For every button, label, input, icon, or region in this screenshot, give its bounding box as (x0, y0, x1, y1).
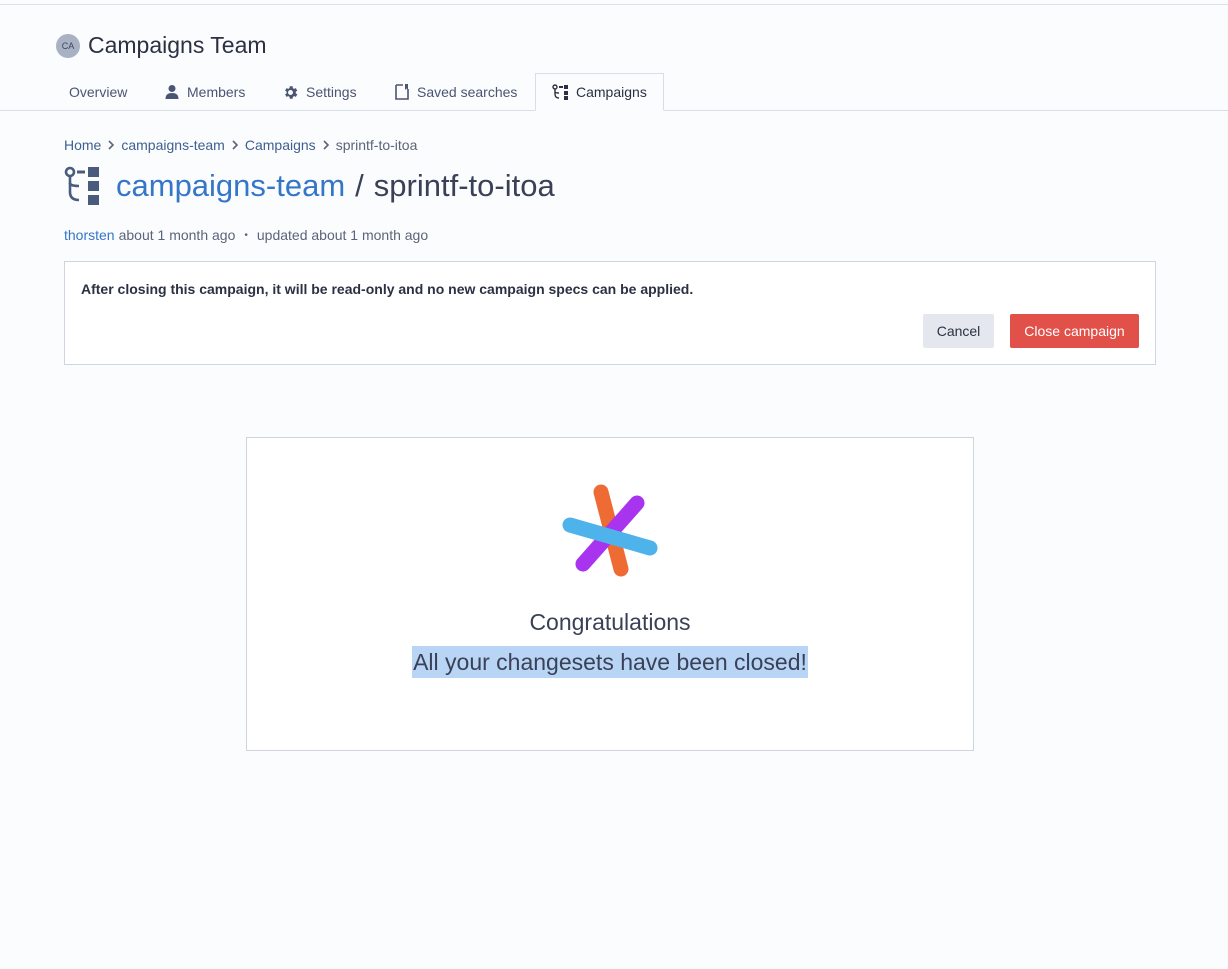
gear-icon (285, 85, 298, 99)
campaigns-icon (552, 83, 568, 100)
cancel-button[interactable]: Cancel (923, 314, 994, 348)
close-campaign-notice: After closing this campaign, it will be … (64, 261, 1156, 365)
org-avatar: CA (56, 33, 80, 58)
top-divider (0, 4, 1228, 5)
breadcrumb-org[interactable]: campaigns-team (121, 137, 225, 153)
user-icon (165, 85, 179, 99)
congratulations-title: Congratulations (529, 609, 691, 635)
tab-saved-searches[interactable]: Saved searches (394, 73, 517, 111)
tab-label: Members (187, 84, 246, 100)
chevron-right-icon (231, 139, 239, 151)
chevron-right-icon (322, 139, 330, 151)
tab-settings[interactable]: Settings (282, 73, 357, 111)
title-org-link[interactable]: campaigns-team (116, 168, 345, 204)
close-campaign-button[interactable]: Close campaign (1010, 314, 1139, 348)
tab-label: Campaigns (576, 84, 647, 100)
tab-members[interactable]: Members (164, 73, 245, 111)
breadcrumb-current: sprintf-to-itoa (335, 137, 418, 153)
page-title: campaigns-team / sprintf-to-itoa (64, 166, 555, 206)
tab-overview[interactable]: Overview (69, 73, 127, 111)
org-title: Campaigns Team (88, 32, 267, 58)
chevron-right-icon (107, 139, 115, 151)
tab-campaigns[interactable]: Campaigns (535, 73, 664, 111)
tab-label: Saved searches (417, 84, 518, 100)
campaigns-icon (64, 166, 99, 205)
congratulations-message: All your changesets have been closed! (412, 646, 808, 678)
updated-time: updated about 1 month ago (256, 227, 429, 243)
tab-label: Settings (306, 84, 357, 100)
campaigns-logo-icon (562, 484, 658, 577)
breadcrumb-home[interactable]: Home (64, 137, 101, 153)
author-link[interactable]: thorsten (64, 227, 115, 243)
tab-label: Overview (69, 84, 128, 100)
notice-text: After closing this campaign, it will be … (81, 281, 694, 297)
created-time: about 1 month ago (118, 227, 236, 243)
org-header: CA Campaigns Team (56, 32, 267, 59)
meta-dot: • (244, 229, 248, 241)
org-tabs: Overview Members Settings Saved searches (0, 73, 1228, 111)
breadcrumb: Home campaigns-team Campaigns sprintf-to… (64, 137, 417, 153)
saved-search-icon (395, 84, 409, 100)
title-separator: / (355, 168, 364, 203)
campaign-name: sprintf-to-itoa (373, 168, 555, 203)
breadcrumb-campaigns[interactable]: Campaigns (245, 137, 316, 153)
congratulations-card: Congratulations All your changesets have… (246, 437, 974, 751)
campaign-meta: thorsten about 1 month ago • updated abo… (64, 227, 428, 243)
